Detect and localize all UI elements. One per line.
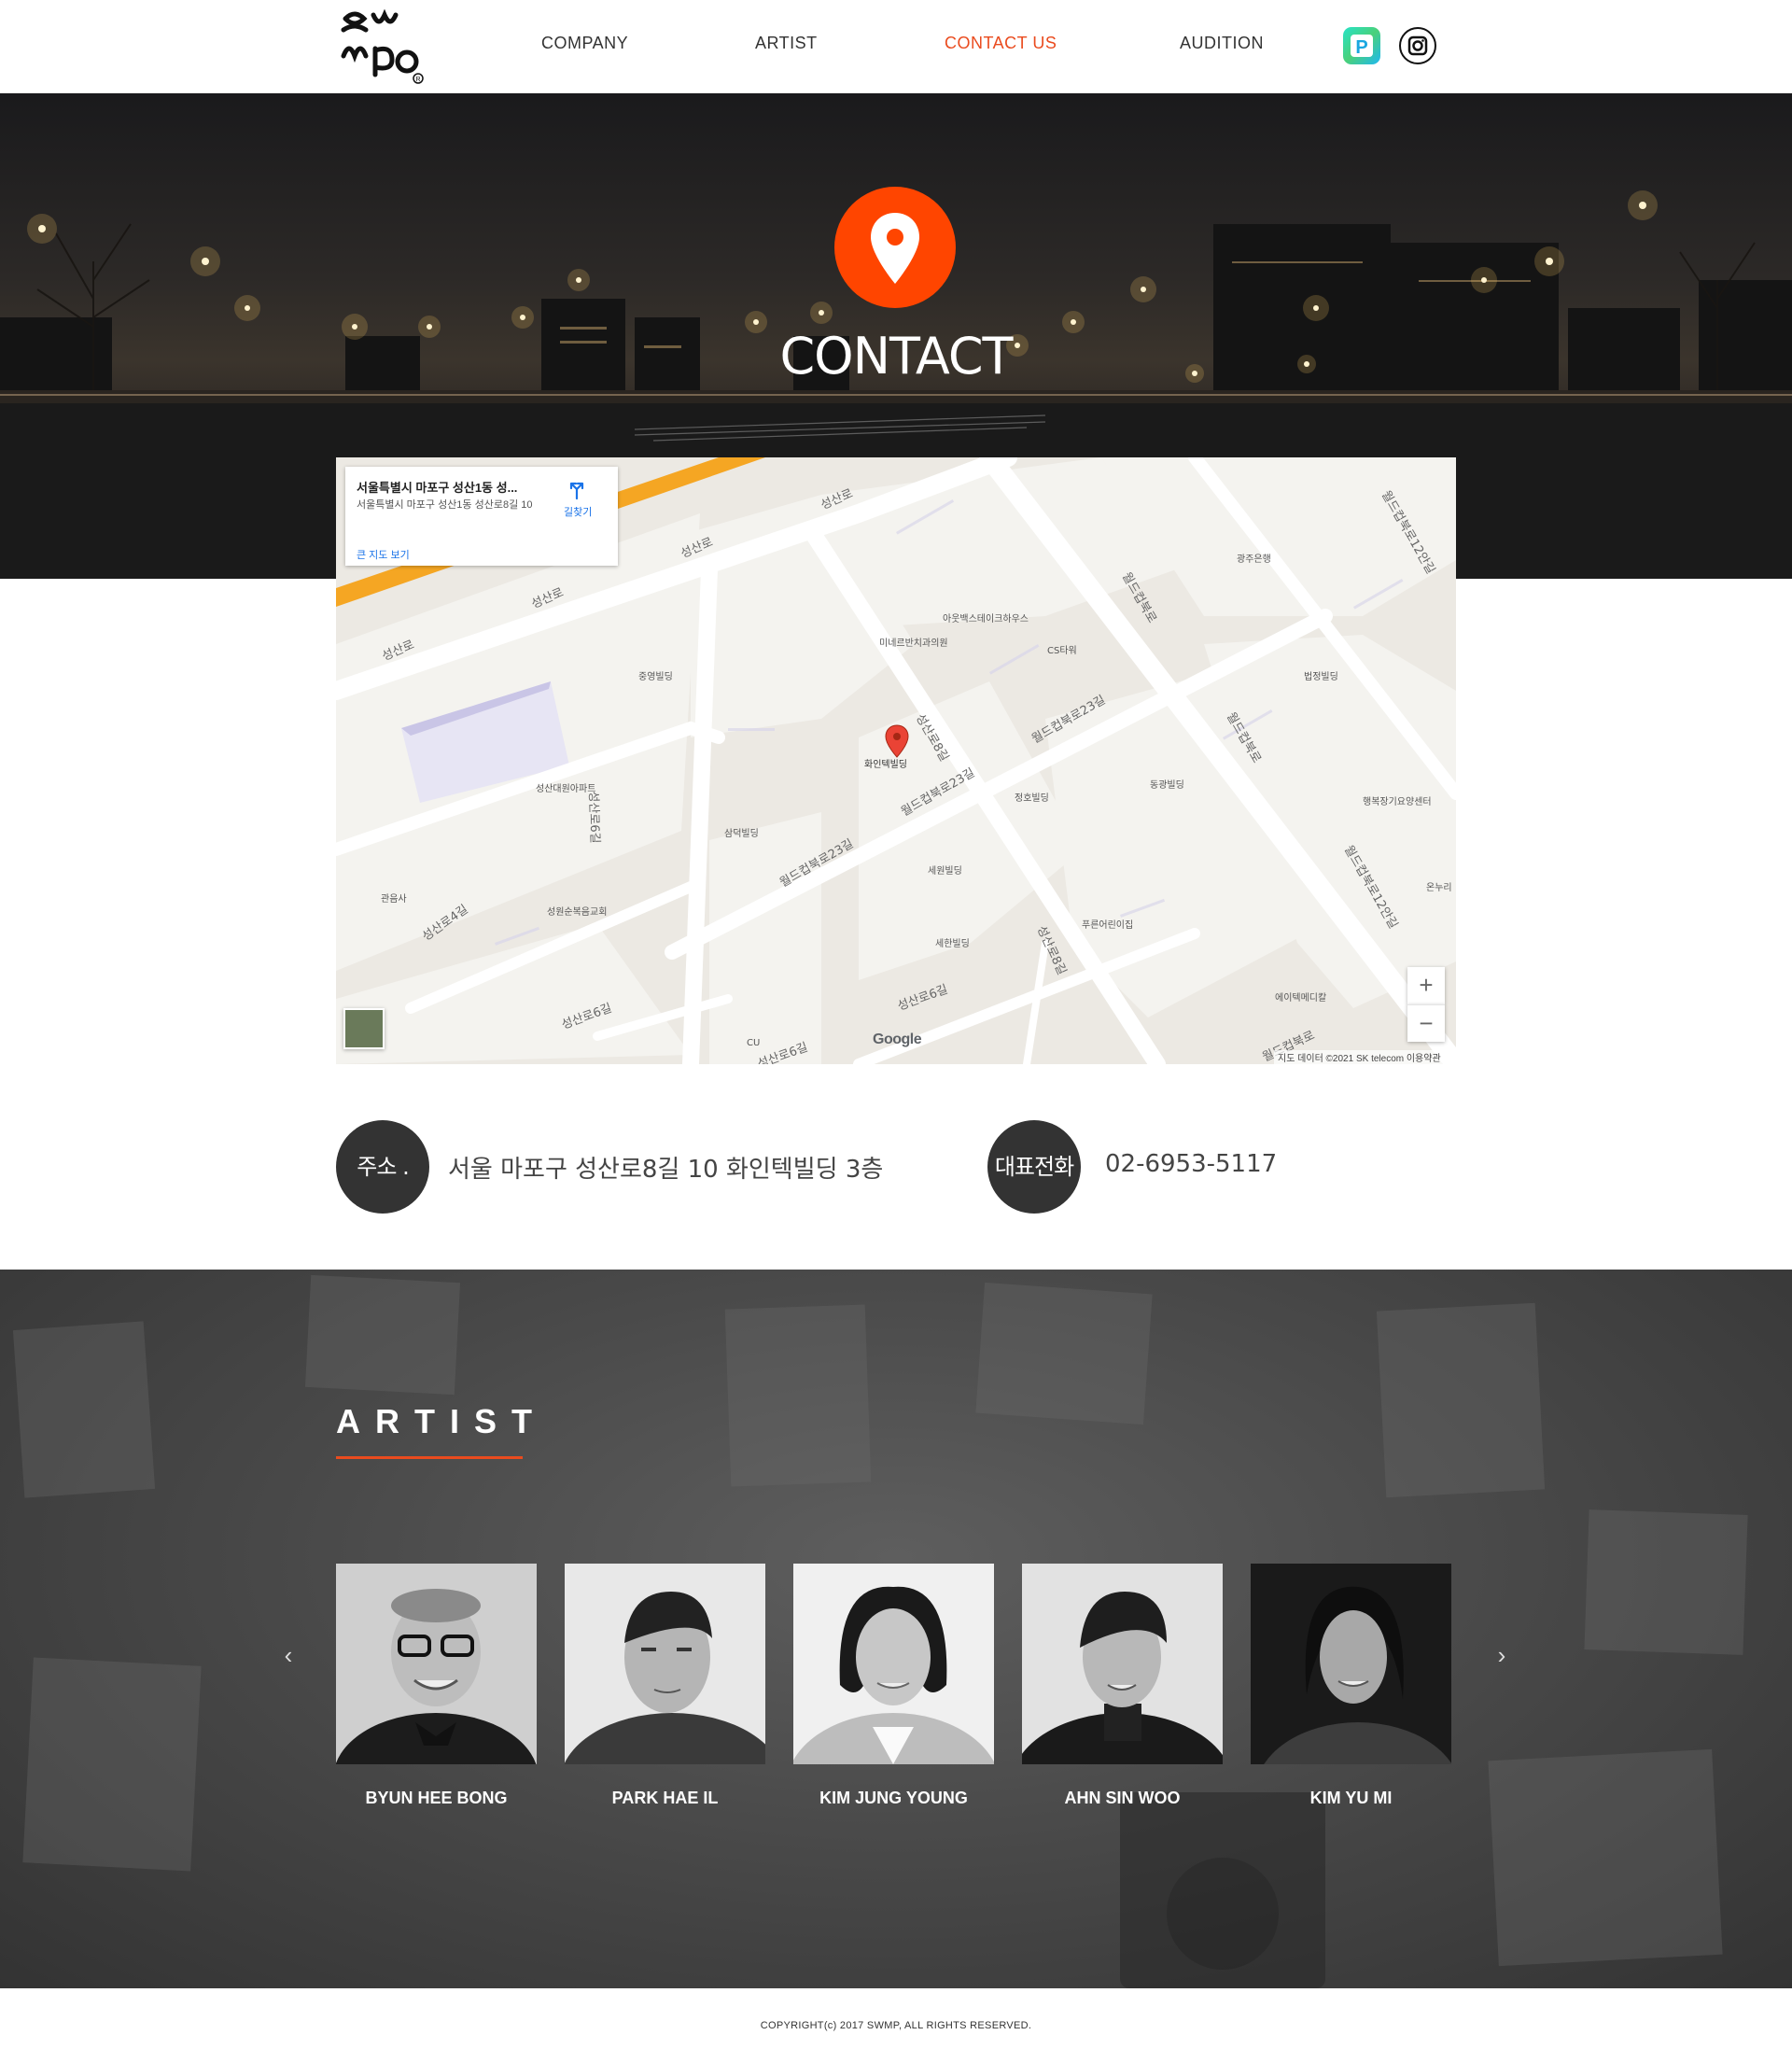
page-title: CONTACT [779,327,1013,386]
artist-card[interactable]: AHN SIN WOO [1022,1564,1223,1808]
instagram-icon[interactable] [1398,26,1437,65]
site-footer: COPYRIGHT(c) 2017 SWMP, ALL RIGHTS RESER… [0,1988,1792,2063]
place-label: 아웃백스테이크하우스 [943,614,1029,625]
svg-text:P: P [1355,37,1367,58]
place-label: 에이텍메디칼 [1275,993,1327,1003]
artist-card[interactable]: KIM JUNG YOUNG [793,1564,994,1808]
google-map[interactable]: 성산로 성산로 성산로 성산로 월드컵북로 월드컵북로 월드컵북로12안길 월드… [336,457,1456,1064]
marker-label: 화인텍빌딩 [864,760,907,770]
artist-name[interactable]: BYUN HEE BONG [336,1789,537,1808]
place-label: CS타워 [1047,646,1077,656]
place-label: 온누리 [1426,883,1452,893]
carousel-next-button[interactable]: › [1491,1641,1512,1669]
zoom-in-button[interactable]: + [1407,967,1445,1004]
swmp-logo[interactable]: R [336,7,426,86]
artist-card[interactable]: PARK HAE IL [565,1564,765,1808]
artist-photo[interactable] [1022,1564,1223,1764]
map-marker-icon[interactable] [885,724,909,758]
nav-company[interactable]: COMPANY [541,34,628,53]
artist-photo[interactable] [793,1564,994,1764]
place-label: 중영빌딩 [638,672,673,682]
site-header: R COMPANY ARTIST CONTACT US AUDITION P [0,0,1792,93]
place-label: CU [747,1038,761,1048]
artist-name[interactable]: KIM JUNG YOUNG [793,1789,994,1808]
map-card-address: 서울특별시 마포구 성산1동 성산로8길 10 [357,499,533,511]
artist-section: ARTIST ‹ › BYUN HEE BONG PARK HAE IL KIM… [0,1270,1792,1988]
place-label: 미네르반치과의원 [879,639,948,649]
location-pin-icon [834,187,956,308]
place-label: 세한빌딩 [935,939,970,949]
place-label: 성산대원아파트 [536,784,596,794]
artist-photo[interactable] [1251,1564,1451,1764]
directions-label[interactable]: 길찾기 [564,504,592,519]
map-card-title: 서울특별시 마포구 성산1동 성... [357,481,518,495]
nav-artist[interactable]: ARTIST [755,34,818,53]
artist-name[interactable]: KIM YU MI [1251,1789,1451,1808]
place-label: 푸른어린이집 [1082,920,1134,931]
place-label: 삼덕빌딩 [724,829,759,839]
place-label: 세원빌딩 [928,866,962,877]
address-label-badge: 주소 . [336,1120,429,1214]
nav-contact-us[interactable]: CONTACT US [945,34,1057,53]
zoom-out-button[interactable]: − [1407,1004,1445,1042]
place-label: 행복장기요양센터 [1363,797,1432,807]
nav-audition[interactable]: AUDITION [1180,34,1264,53]
artist-name[interactable]: PARK HAE IL [565,1789,765,1808]
place-label: 정호빌딩 [1015,793,1049,804]
place-label: 법정빌딩 [1304,672,1338,682]
artist-name[interactable]: AHN SIN WOO [1022,1789,1223,1808]
artist-heading: ARTIST [336,1402,547,1440]
map-place-card: 서울특별시 마포구 성산1동 성... 서울특별시 마포구 성산1동 성산로8길… [345,467,618,566]
phone-label-badge: 대표전화 [987,1120,1081,1214]
artist-card[interactable]: BYUN HEE BONG [336,1564,537,1808]
phone-value[interactable]: 02-6953-5117 [1105,1150,1277,1178]
svg-text:R: R [415,77,420,83]
address-value: 서울 마포구 성산로8길 10 화인텍빌딩 3층 [448,1156,884,1184]
place-label: 성원순복음교회 [547,907,608,918]
place-label: 동광빌딩 [1150,780,1184,791]
carousel-prev-button[interactable]: ‹ [278,1641,299,1669]
place-label: 관음사 [381,894,407,905]
artist-photo[interactable] [565,1564,765,1764]
artist-heading-underline [336,1456,523,1459]
satellite-toggle-button[interactable] [343,1008,385,1049]
copyright-text: COPYRIGHT(c) 2017 SWMP, ALL RIGHTS RESER… [760,2020,1032,2031]
directions-icon[interactable] [566,478,588,500]
google-logo: Google [873,1032,922,1047]
road-label: 성산로6길 [585,791,602,844]
place-label: 광주은행 [1237,554,1271,565]
naver-post-icon[interactable]: P [1342,26,1381,65]
larger-map-link[interactable]: 큰 지도 보기 [357,547,410,562]
artist-card[interactable]: KIM YU MI [1251,1564,1451,1808]
artist-photo[interactable] [336,1564,537,1764]
map-attribution[interactable]: 지도 데이터 ©2021 SK telecom 이용약관 [1274,1050,1445,1064]
